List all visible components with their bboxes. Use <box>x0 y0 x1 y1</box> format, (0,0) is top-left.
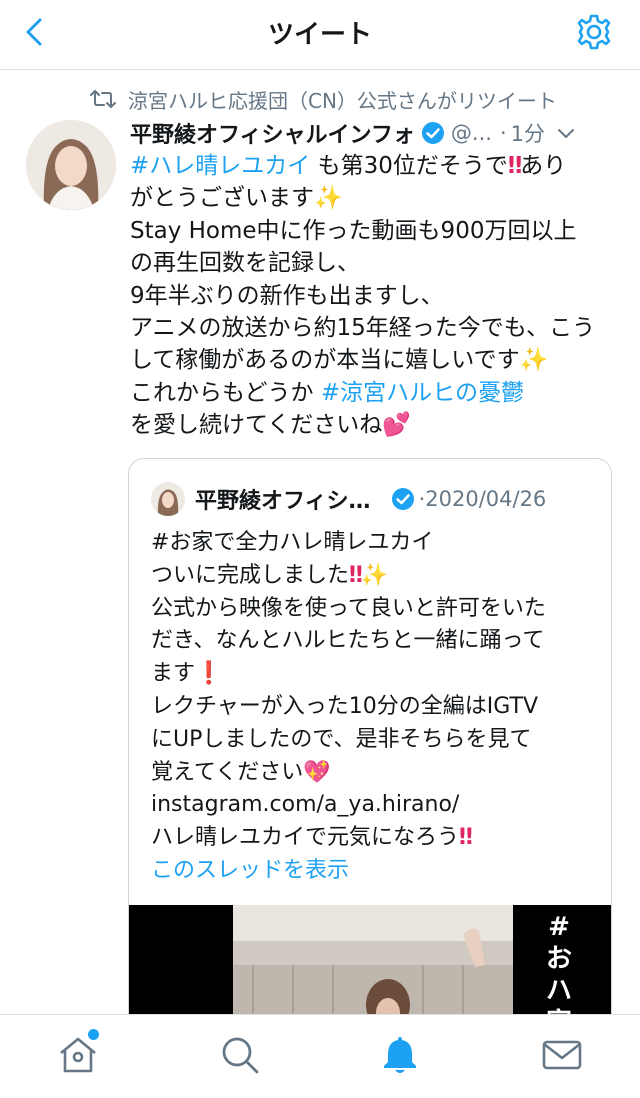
quoted-line: だき、なんとハルヒたちと一緒に踊って <box>151 628 545 654</box>
author-name[interactable]: 平野綾オフィシャルインフォ <box>130 117 415 149</box>
two-hearts-emoji: 💕 <box>382 412 411 439</box>
page-title: ツイート <box>267 20 372 50</box>
quoted-line: 公式から映像を使って良いと許可をいた <box>151 595 546 621</box>
retweet-context-text: 涼宮ハルヒ応援団（CN）公式さんがリツイート <box>128 88 557 113</box>
double-exclamation-emoji: ‼ <box>459 825 473 851</box>
quoted-author-name: 平野綾オフィシ… <box>195 489 371 514</box>
tweet-line: Stay Home中に作った動画も900万回以上 <box>130 217 577 244</box>
quoted-tweet-text: #お家で全力ハレ晴レユカイ ついに完成しました‼✨ 公式から映像を使って良いと許… <box>151 527 601 888</box>
bottom-tab-bar <box>0 1014 640 1098</box>
mail-icon[interactable] <box>540 1033 584 1077</box>
exclamation-sparkles-emoji: ‼✨ <box>349 562 388 588</box>
bell-icon[interactable] <box>378 1033 422 1077</box>
sparkles-emoji: ✨ <box>314 185 343 212</box>
tweet-line: アニメの放送から約15年経った今でも、こう <box>130 315 596 342</box>
tweet-line: して稼働があるのが本当に嬉しいです✨ <box>130 347 549 374</box>
avatar-photo <box>26 120 116 210</box>
tweet-line: がとうございます✨ <box>130 185 343 212</box>
quoted-line: レクチャーが入った10分の全編はIGTV <box>151 693 539 719</box>
quoted-tweet-header: 平野綾オフィシ… · 2020/04/26 <box>151 481 546 517</box>
search-icon[interactable] <box>218 1033 262 1077</box>
quoted-line: instagram.com/a_ya.hirano/ <box>151 792 460 818</box>
tweet-header: 平野綾オフィシャルインフォ @... · 1分 <box>130 114 620 152</box>
quoted-line: ハレ晴レユカイで元気になろう‼ <box>151 825 473 851</box>
author-handle[interactable]: @... <box>451 121 492 145</box>
top-bar: ツイート <box>0 0 640 70</box>
chevron-down-icon[interactable] <box>555 122 577 144</box>
tweet-line: の再生回数を記録し、 <box>130 250 360 277</box>
tweet-line: #ハレ晴レユカイ も第30位だそうで‼あり <box>130 153 567 179</box>
tweet-time[interactable]: 1分 <box>511 118 545 148</box>
quoted-line: ついに完成しました‼✨ <box>151 562 388 588</box>
separator-dot: · <box>418 487 426 511</box>
verified-badge-icon <box>391 488 414 510</box>
notification-dot <box>88 1029 99 1040</box>
quoted-line: #お家で全力ハレ晴レユカイ <box>151 530 434 555</box>
show-thread-link[interactable]: このスレッドを表示 <box>151 855 601 888</box>
tweet-text: #ハレ晴レユカイ も第30位だそうで‼あり がとうございます✨ Stay Hom… <box>130 150 622 442</box>
retweet-context[interactable]: 涼宮ハルヒ応援団（CN）公式さんがリツイート <box>90 84 557 114</box>
retweet-icon <box>90 90 116 108</box>
gear-icon[interactable] <box>574 12 614 52</box>
double-exclamation-emoji: ‼ <box>507 153 522 179</box>
verified-badge-icon <box>421 122 444 144</box>
avatar[interactable] <box>26 120 116 210</box>
quoted-line: 覚えてください💖 <box>151 759 331 785</box>
quoted-avatar <box>151 482 185 516</box>
sparkles-emoji: ✨ <box>519 347 549 374</box>
sparkling-heart-emoji: 💖 <box>303 759 331 785</box>
quoted-line: ます❗ <box>151 661 223 687</box>
separator-dot: · <box>499 121 507 145</box>
red-exclamation-emoji: ❗ <box>195 661 223 687</box>
quoted-line: にUPしましたので、是非そちらを見て <box>151 726 532 752</box>
hashtag-link[interactable]: #涼宮ハルヒの憂鬱 <box>321 380 524 406</box>
hashtag-link[interactable]: #ハレ晴レユカイ <box>130 153 310 179</box>
tweet-line: 9年半ぶりの新作も出ますし、 <box>130 282 444 309</box>
quoted-date: 2020/04/26 <box>425 487 547 511</box>
tweet-line: これからもどうか #涼宮ハルヒの憂鬱 <box>130 379 525 406</box>
quoted-tweet-card[interactable]: 平野綾オフィシ… · 2020/04/26 #お家で全力ハレ晴レユカイ ついに完… <box>128 458 612 1058</box>
tweet-line: を愛し続けてくださいね💕 <box>130 412 411 439</box>
